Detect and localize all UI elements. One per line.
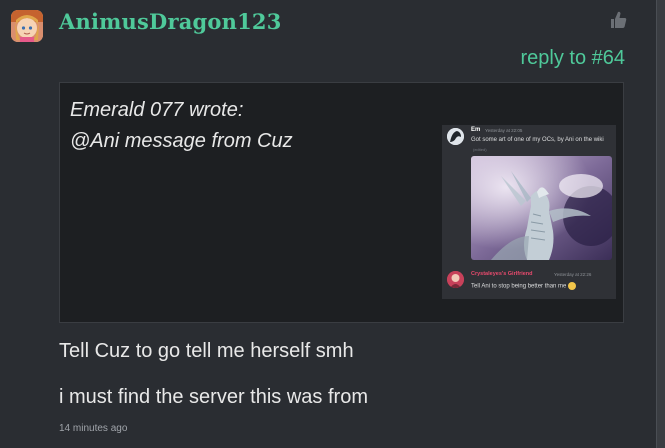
user-avatar[interactable] [11, 10, 43, 42]
discord-message-author: Em [471, 127, 481, 133]
discord-message-time-2: Yesterday at 22:26 [554, 272, 592, 277]
discord-message-body: Got some art of one of my OCs, by Ani on… [471, 137, 604, 143]
discord-message-text: Got some art of one of my OCs, by Ani on… [471, 136, 611, 155]
emoji-icon [568, 282, 577, 290]
quote-author: Emerald 077 wrote: [70, 99, 244, 121]
dragon-artwork-image [471, 156, 612, 260]
discord-avatar [447, 128, 464, 145]
embedded-screenshot[interactable]: Em Yesterday at 22:05 Got some art of on… [442, 125, 616, 299]
scrollbar[interactable] [656, 0, 665, 448]
discord-message-author-2: CrystaIeyes's Girlfriend [471, 271, 533, 277]
quote-block: Emerald 077 wrote: @Ani message from Cuz… [59, 82, 624, 323]
post-body-line: Tell Cuz to go tell me herself smh [59, 340, 354, 362]
discord-avatar-2 [447, 271, 464, 288]
forum-post: AnimusDragon123 reply to #64 Emerald 077… [0, 0, 665, 448]
discord-edited-label: (edited) [473, 147, 487, 152]
quote-text: @Ani message from Cuz [70, 130, 293, 152]
discord-message-time: Yesterday at 22:05 [485, 128, 523, 133]
discord-message-body-2: Tell Ani to stop being better than me [471, 283, 567, 290]
thumbs-up-icon[interactable] [607, 9, 629, 31]
post-username[interactable]: AnimusDragon123 [59, 9, 282, 34]
post-timestamp[interactable]: 14 minutes ago [59, 423, 127, 434]
reply-to-link[interactable]: reply to #64 [520, 47, 625, 70]
discord-message-text-2: Tell Ani to stop being better than me [471, 282, 577, 290]
post-body-line: i must find the server this was from [59, 386, 368, 408]
